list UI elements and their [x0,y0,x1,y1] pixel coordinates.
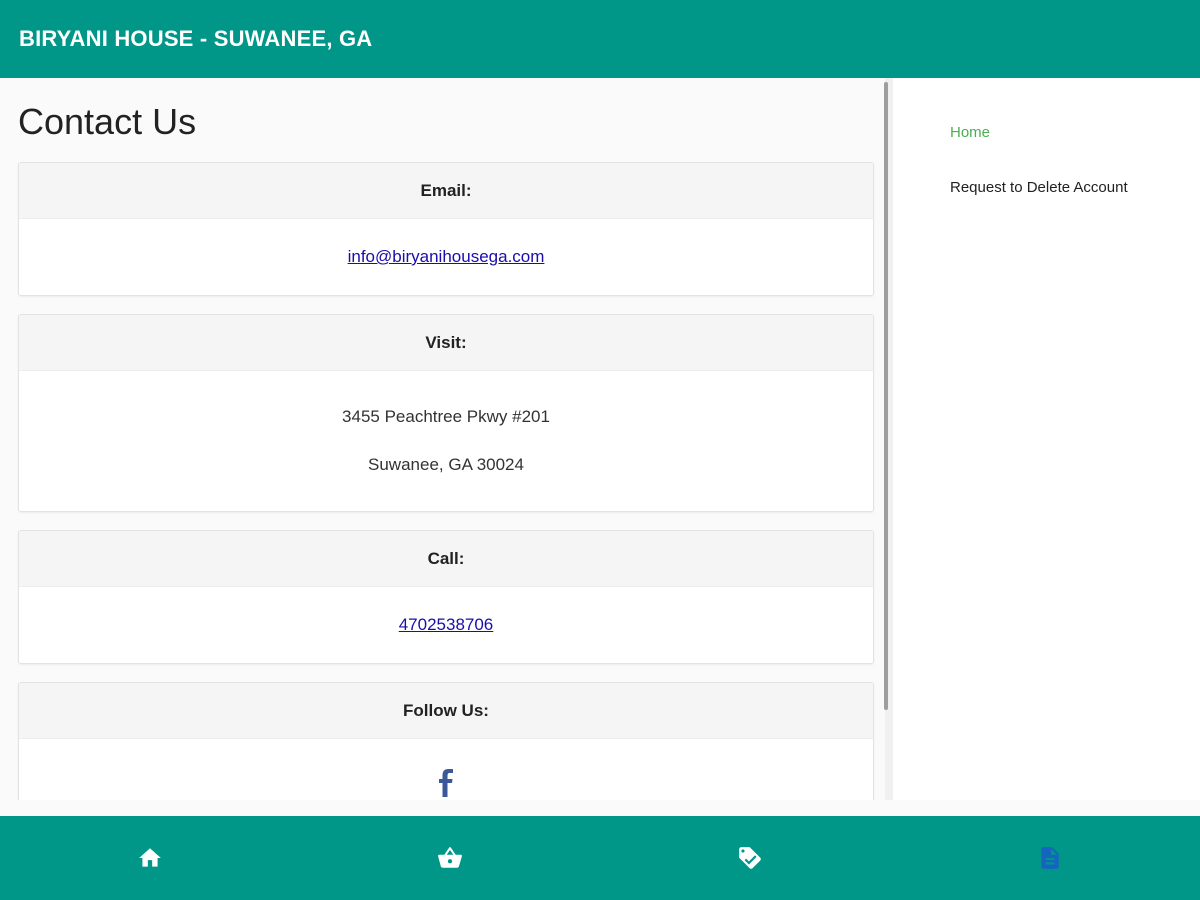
address-line-1: 3455 Peachtree Pkwy #201 [342,407,550,426]
bottom-spacer [0,800,1200,816]
visit-card-header: Visit: [19,315,873,371]
email-card: Email: info@biryanihousega.com [18,162,874,296]
content-scrollbar-thumb[interactable] [884,82,888,710]
page-title: Contact Us [18,101,197,142]
call-card-header: Call: [19,531,873,587]
document-icon [1041,847,1059,869]
phone-link[interactable]: 4702538706 [399,615,494,635]
side-menu: Home Request to Delete Account [893,78,1200,800]
bottom-nav-offers[interactable] [600,816,900,900]
tag-icon [739,847,761,869]
visit-card-body: 3455 Peachtree Pkwy #201 Suwanee, GA 300… [19,371,873,511]
bottom-nav [0,816,1200,900]
call-card-body: 4702538706 [19,587,873,663]
follow-card: Follow Us: [18,682,874,800]
email-card-body: info@biryanihousega.com [19,219,873,295]
email-card-header: Email: [19,163,873,219]
facebook-icon [439,769,453,797]
bottom-nav-home[interactable] [0,816,300,900]
visit-card: Visit: 3455 Peachtree Pkwy #201 Suwanee,… [18,314,874,512]
main-content: Contact Us Email: info@biryanihousega.co… [0,78,885,800]
email-link[interactable]: info@biryanihousega.com [348,247,545,267]
address-line-2: Suwanee, GA 30024 [368,455,524,474]
call-card: Call: 4702538706 [18,530,874,664]
follow-card-body [19,739,873,800]
app-title: BIRYANI HOUSE - SUWANEE, GA [19,26,373,51]
follow-card-header: Follow Us: [19,683,873,739]
facebook-link[interactable] [434,769,458,800]
side-menu-home[interactable]: Home [950,124,1200,141]
bottom-nav-basket[interactable] [300,816,600,900]
bottom-nav-documents[interactable] [900,816,1200,900]
home-icon [139,848,161,867]
basket-icon [438,847,462,868]
side-menu-delete-account[interactable]: Request to Delete Account [950,179,1200,196]
app-header: BIRYANI HOUSE - SUWANEE, GA [0,0,1200,78]
